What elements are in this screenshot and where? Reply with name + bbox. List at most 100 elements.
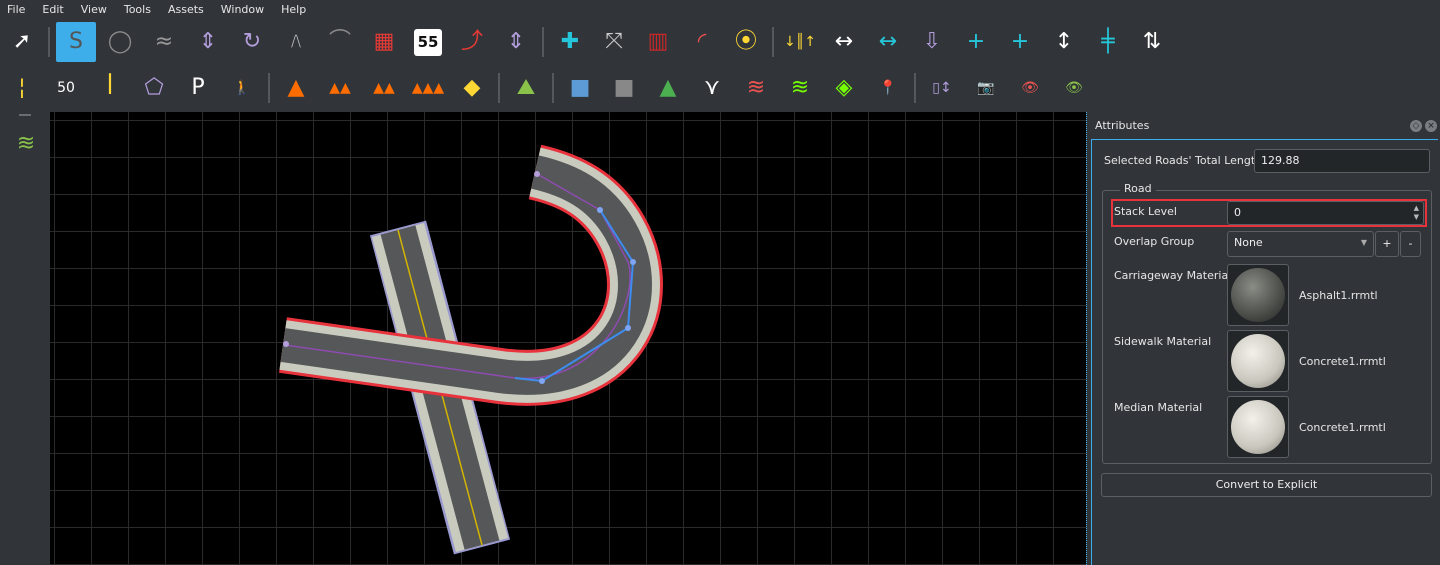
point-cloud-icon: ▲ <box>659 75 677 100</box>
menu-tools[interactable]: Tools <box>124 0 151 20</box>
view-terrain-button[interactable]: 👁 <box>1054 68 1094 108</box>
left-toolbar: ≋ <box>0 112 50 565</box>
scene-viewport[interactable] <box>50 112 1086 565</box>
add-lane-taper-icon: + <box>1010 29 1030 54</box>
cross-section-icon: ⧸⧹ <box>291 34 301 50</box>
serialized-graph-icon: ⋎ <box>703 75 721 100</box>
road-groups-heatmap-button[interactable]: ▦ <box>364 22 404 62</box>
surface-marking-polygon-button[interactable]: ⬠ <box>134 68 174 108</box>
menu-edit[interactable]: Edit <box>42 0 63 20</box>
lane-carve-icon: ⤴ <box>460 29 483 54</box>
carriageway-material-thumbnail[interactable] <box>1227 264 1289 326</box>
elevation-tool-button[interactable]: ⇕ <box>188 22 228 62</box>
road-canvas[interactable] <box>50 112 1086 565</box>
lane-form-icon: ↔ <box>878 29 898 54</box>
spin-down-icon[interactable]: ▼ <box>1414 214 1419 221</box>
road-plan-button[interactable]: S <box>56 22 96 62</box>
prop-set-icon: ▲▲▲ <box>411 80 445 96</box>
traffic-signal-button[interactable]: ⦿ <box>726 22 766 62</box>
point-cloud-button[interactable]: ▲ <box>648 68 688 108</box>
overlap-group-select[interactable]: None ▼ <box>1227 231 1374 257</box>
road-elevation-spline-icon: ≈ <box>154 29 174 54</box>
layers-location-button[interactable]: 📍 <box>868 68 908 108</box>
marking-point-button[interactable]: 50 <box>46 68 86 108</box>
menu-assets[interactable]: Assets <box>168 0 204 20</box>
select-arrow-button[interactable]: ➚ <box>2 22 42 62</box>
curved-road-selected[interactable] <box>279 144 663 406</box>
lane-direction-button[interactable]: ↓║↑ <box>780 22 820 62</box>
road-stack-tool-button[interactable]: ≋ <box>6 124 46 164</box>
stack-level-spinbox[interactable]: 0 ▲ ▼ <box>1227 201 1424 225</box>
lane-width-adjust-icon: ↔ <box>834 29 854 54</box>
view-road-button[interactable]: 👁 <box>1010 68 1050 108</box>
traffic-cone-button[interactable]: ▲ <box>276 68 316 108</box>
layers-road-button[interactable]: ≋ <box>736 68 776 108</box>
float-panel-icon[interactable]: ◇ <box>1410 120 1422 132</box>
spin-up-icon[interactable]: ▲ <box>1414 205 1419 212</box>
crosswalk-button[interactable]: 🚶 <box>222 68 262 108</box>
cross-section-button[interactable]: ⧸⧹ <box>276 22 316 62</box>
main-toolbar: ➚ S ◯ ≈ ⇕ ↻ ⧸⧹ ⌒ ▦ 55 ⤴ ⇕ ✚ ⤧ ▥ ◜ ⦿ ↓║↑ ↔ ↔ ⇩ + + ↕ ╪ ⇅ <box>0 20 1174 64</box>
camera-button[interactable]: 📷 <box>966 68 1006 108</box>
marking-curve-button[interactable]: ꟾ <box>90 68 130 108</box>
measure-button[interactable]: ▯↕ <box>922 68 962 108</box>
traffic-cone-icon: ▲ <box>287 75 305 100</box>
total-length-label: Selected Roads' Total Length <box>1104 154 1263 167</box>
menu-view[interactable]: View <box>81 0 107 20</box>
terrain-button[interactable]: ⛰ <box>506 68 546 108</box>
lane-split-button[interactable]: ╪ <box>1088 22 1128 62</box>
layers-lanes-button[interactable]: ≋ <box>780 68 820 108</box>
lane-offset-button[interactable]: ⇩ <box>912 22 952 62</box>
terrain-icon: ⛰ <box>516 75 536 100</box>
superelevation-button[interactable]: ↻ <box>232 22 272 62</box>
junction-connect-button[interactable]: ⤧ <box>594 22 634 62</box>
speed-limit-sign-button[interactable]: 55 <box>408 22 448 62</box>
marking-curve-icon: ꟾ <box>106 75 114 100</box>
layers-points-button[interactable]: ◈ <box>824 68 864 108</box>
map-imagery-button[interactable]: ■ <box>560 68 600 108</box>
add-overlap-group-button[interactable]: + <box>1375 231 1399 257</box>
lane-width-adjust-button[interactable]: ↔ <box>824 22 864 62</box>
junction-lanes-button[interactable]: ▥ <box>638 22 678 62</box>
road-groups-heatmap-icon: ▦ <box>373 29 395 54</box>
lane-insert-button[interactable]: ⇅ <box>1132 22 1172 62</box>
menu-window[interactable]: Window <box>221 0 264 20</box>
sign-button[interactable]: ◆ <box>452 68 492 108</box>
prop-set-button[interactable]: ▲▲▲ <box>408 68 448 108</box>
remove-overlap-group-button[interactable]: - <box>1400 231 1421 257</box>
menu-help[interactable]: Help <box>281 0 306 20</box>
close-panel-icon[interactable]: × <box>1425 120 1437 132</box>
road-plan-icon: S <box>69 29 83 54</box>
stack-level-label: Stack Level <box>1114 205 1177 218</box>
convert-to-explicit-button[interactable]: Convert to Explicit <box>1101 473 1432 497</box>
road-elevation-spline-button[interactable]: ≈ <box>144 22 184 62</box>
lane-carve-button[interactable]: ⤴ <box>452 22 492 62</box>
median-material-thumbnail[interactable] <box>1227 396 1289 458</box>
add-lane-button[interactable]: + <box>956 22 996 62</box>
prop-spline-button[interactable]: ▲▲ <box>320 68 360 108</box>
lane-width-button[interactable]: ⇕ <box>496 22 536 62</box>
junction-corner-button[interactable]: ◜ <box>682 22 722 62</box>
elevation-map-button[interactable]: ■ <box>604 68 644 108</box>
total-length-field[interactable]: 129.88 <box>1254 149 1430 173</box>
sidewalk-material-label: Sidewalk Material <box>1114 335 1212 348</box>
junction-connect-icon: ⤧ <box>605 29 623 54</box>
sidewalk-material-thumbnail[interactable] <box>1227 330 1289 392</box>
serialized-graph-button[interactable]: ⋎ <box>692 68 732 108</box>
measure-icon: ▯↕ <box>932 80 952 96</box>
add-lane-taper-button[interactable]: + <box>1000 22 1040 62</box>
parking-button[interactable]: P <box>178 68 218 108</box>
asphalt-sphere-icon <box>1231 268 1285 322</box>
toolbar-grip[interactable] <box>19 114 31 116</box>
lane-marking-button[interactable]: ¦ <box>2 68 42 108</box>
menu-file[interactable]: File <box>7 0 25 20</box>
roundabout-button[interactable]: ◯ <box>100 22 140 62</box>
attributes-body: Selected Roads' Total Length 129.88 Road… <box>1091 139 1438 565</box>
toolbar-separator <box>268 73 270 103</box>
lane-form-button[interactable]: ↔ <box>868 22 908 62</box>
prop-polygon-button[interactable]: ▲▲ <box>364 68 404 108</box>
bridge-span-button[interactable]: ⌒ <box>320 22 360 62</box>
junction-add-button[interactable]: ✚ <box>550 22 590 62</box>
lane-chop-button[interactable]: ↕ <box>1044 22 1084 62</box>
road-stack-icon: ≋ <box>16 131 36 156</box>
